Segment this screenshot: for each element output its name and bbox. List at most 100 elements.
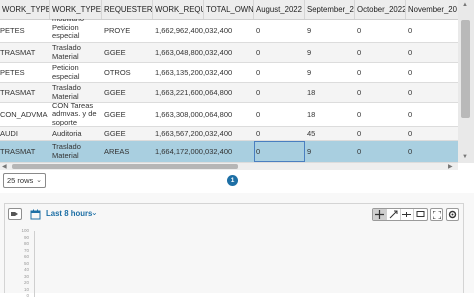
col-september[interactable]: September_20	[305, 0, 355, 19]
rows-per-page-select[interactable]: 25 rows ⌄	[3, 173, 46, 188]
cell-work-type: AUDI	[0, 129, 18, 138]
cell-september: 9	[307, 26, 312, 35]
cell-requester: GGEE	[104, 129, 126, 138]
chart-panel: Last 8 hours ⌄ 100 90 80 70 60 50 40 30 …	[0, 193, 474, 298]
col-august[interactable]: August_2022	[254, 0, 305, 19]
zoom-icon[interactable]	[387, 209, 401, 220]
tag-button[interactable]	[8, 208, 22, 220]
grid-header: WORK_TYPE WORK_TYPE_I REQUESTER WORK_REQ…	[0, 0, 458, 20]
vertical-scroll-thumb[interactable]	[461, 20, 470, 118]
col-october[interactable]: October_2022	[355, 0, 406, 19]
cell-work-requi: 1,662,962,400,032,400	[155, 26, 233, 35]
y-tick-label: 40	[23, 267, 29, 272]
cell-work-requi: 1,663,048,800,032,400	[155, 48, 233, 57]
scroll-up-icon[interactable]: ▲	[462, 2, 468, 8]
cell-requester: PROYE	[104, 26, 131, 35]
cell-august: 0	[256, 48, 261, 57]
cell-work-type: TRASMAT	[0, 88, 36, 97]
cell-work-type: CON_ADVMA	[0, 110, 48, 119]
cell-september: 18	[307, 110, 316, 119]
y-tick-label: 80	[23, 241, 29, 246]
cell-work-type-i: Traslado Material	[52, 141, 81, 160]
cell-work-type: TRASMAT	[0, 147, 36, 156]
cell-november: 0	[408, 26, 413, 35]
calendar-icon[interactable]	[30, 209, 41, 222]
cell-november: 0	[408, 68, 413, 77]
cell-august: 0	[256, 88, 261, 97]
table-row[interactable]: PETES mobiliario Peticion especial PROYE…	[0, 19, 458, 43]
cell-august: 0	[256, 26, 261, 35]
time-range-label[interactable]: Last 8 hours	[46, 209, 92, 219]
gear-icon[interactable]	[446, 208, 459, 221]
chevron-down-icon: ⌄	[36, 177, 42, 184]
cell-requester: AREAS	[104, 147, 130, 156]
cell-november: 0	[408, 48, 413, 57]
data-grid: WORK_TYPE WORK_TYPE_I REQUESTER WORK_REQ…	[0, 0, 458, 163]
scroll-down-icon[interactable]: ▼	[462, 154, 468, 160]
fullscreen-icon[interactable]	[430, 208, 443, 221]
cell-october: 0	[357, 68, 362, 77]
col-requester[interactable]: REQUESTER	[102, 0, 153, 19]
table-row[interactable]: CON_ADVMA CON Tareas admvas. y de soport…	[0, 103, 458, 127]
cell-august: 0	[256, 68, 261, 77]
cell-work-type-i: Auditoria	[52, 129, 82, 138]
y-tick-label: 50	[23, 260, 29, 266]
cell-work-requi: 1,663,221,600,064,800	[155, 88, 233, 97]
pan-icon[interactable]	[401, 209, 415, 220]
cell-requester: OTROS	[104, 68, 131, 77]
table-row[interactable]: TRASMAT Traslado Material GGEE 1,663,221…	[0, 83, 458, 103]
cell-work-requi: 1,664,172,000,032,400	[155, 147, 233, 156]
page-number-current[interactable]: 1	[227, 175, 238, 186]
scroll-left-icon[interactable]: ◀	[2, 163, 7, 170]
cell-august-focused[interactable]: 0	[254, 141, 305, 162]
table-row[interactable]: AUDI Auditoria GGEE 1,663,567,200,032,40…	[0, 127, 458, 141]
cell-work-type: PETES	[0, 68, 25, 77]
select-icon[interactable]	[373, 209, 387, 220]
cell-requester: GGEE	[104, 110, 126, 119]
cell-november: 0	[408, 88, 413, 97]
table-row[interactable]: TRASMAT Traslado Material GGEE 1,663,048…	[0, 43, 458, 63]
horizontal-scroll-thumb[interactable]	[12, 164, 238, 169]
cell-september: 45	[307, 129, 316, 138]
cell-september: 9	[307, 48, 312, 57]
chart-frame: Last 8 hours ⌄ 100 90 80 70 60 50 40 30 …	[4, 203, 464, 298]
cell-november: 0	[408, 110, 413, 119]
table-row-selected[interactable]: TRASMAT Traslado Material AREAS 1,664,17…	[0, 141, 458, 163]
scroll-right-icon[interactable]: ▶	[448, 163, 453, 170]
vertical-scrollbar[interactable]: ▲ ▼	[458, 0, 474, 163]
cell-november: 0	[408, 129, 413, 138]
pagination-bar: 25 rows ⌄ 1	[0, 170, 474, 194]
col-work-requi[interactable]: WORK_REQUI	[153, 0, 204, 19]
horizontal-scrollbar[interactable]: ◀ ▶	[0, 163, 458, 170]
chart-tool-group	[372, 208, 428, 221]
tag-icon	[11, 212, 18, 216]
cell-october: 0	[357, 48, 362, 57]
chevron-down-icon[interactable]: ⌄	[91, 208, 98, 217]
comment-icon[interactable]	[414, 209, 427, 220]
cell-october: 0	[357, 26, 362, 35]
col-november[interactable]: November_20	[406, 0, 458, 19]
table-row[interactable]: PETES Peticion especial OTROS 1,663,135,…	[0, 63, 458, 83]
cell-august: 0	[256, 110, 261, 119]
cell-work-requi: 1,663,567,200,032,400	[155, 129, 233, 138]
rows-per-page-label: 25 rows	[7, 176, 34, 185]
cell-november: 0	[408, 147, 413, 156]
col-work-type[interactable]: WORK_TYPE	[0, 0, 50, 19]
cell-requester: GGEE	[104, 88, 126, 97]
cell-september: 9	[307, 68, 312, 77]
cell-work-type-i: mobiliario Peticion especial	[52, 19, 84, 41]
cell-work-requi: 1,663,308,000,064,800	[155, 110, 233, 119]
y-tick-label: 70	[23, 247, 29, 253]
col-work-type-i[interactable]: WORK_TYPE_I	[50, 0, 102, 19]
cell-work-requi: 1,663,135,200,032,400	[155, 68, 233, 77]
cell-october: 0	[357, 147, 362, 156]
y-tick-label: 20	[23, 280, 29, 285]
y-tick-label: 10	[23, 286, 29, 292]
col-total-own[interactable]: TOTAL_OWN_	[204, 0, 254, 19]
y-tick-label: 30	[23, 273, 29, 279]
cell-september: 9	[307, 147, 312, 156]
cell-work-type-i: Peticion especial	[52, 63, 80, 81]
y-tick-label: 100	[21, 228, 29, 233]
y-tick-label: 0	[26, 293, 29, 298]
chart-y-axis-line	[34, 231, 35, 297]
